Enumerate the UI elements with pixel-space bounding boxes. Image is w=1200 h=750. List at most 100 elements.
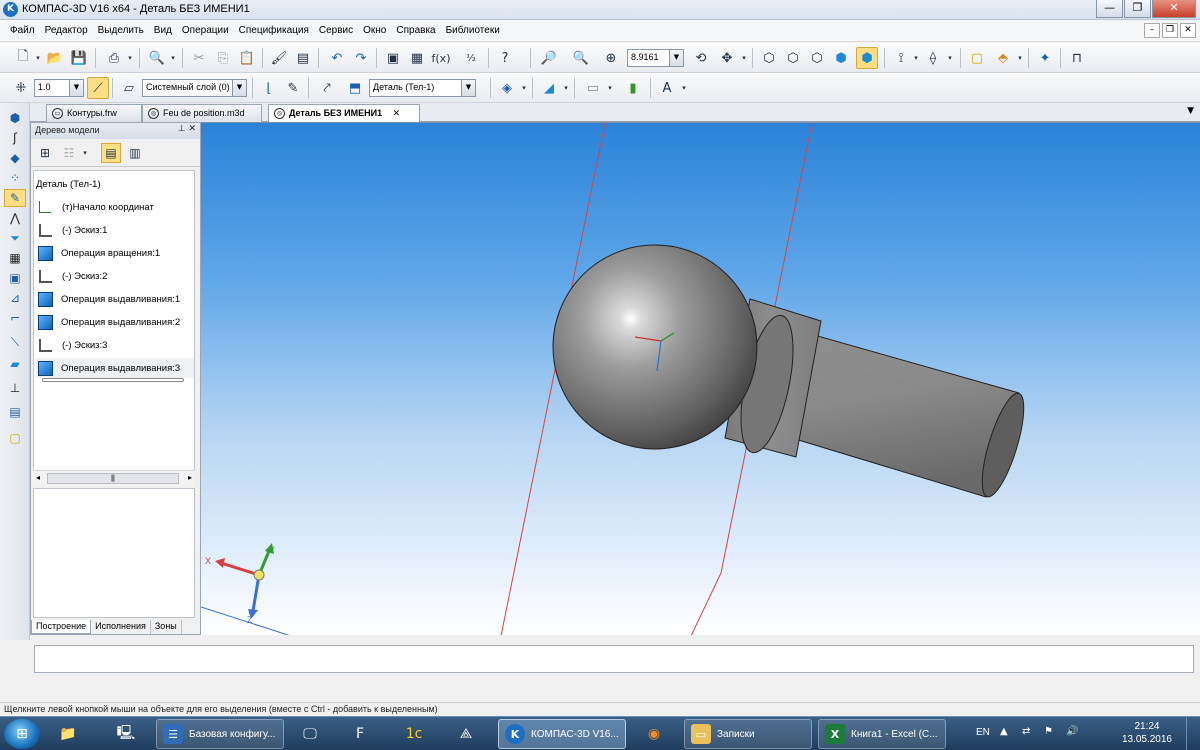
menu-specification[interactable]: Спецификация bbox=[239, 23, 309, 38]
tab-zones[interactable]: Зоны bbox=[151, 620, 182, 634]
tab-construction[interactable]: Построение bbox=[31, 620, 92, 634]
annotation-dropdown-icon[interactable]: ▾ bbox=[680, 81, 688, 95]
extrude-dropdown-icon[interactable]: ▾ bbox=[562, 81, 570, 95]
edit-part-icon[interactable]: ⬢ bbox=[4, 109, 26, 127]
screen-pin-icon[interactable]: 🖵 bbox=[290, 719, 330, 749]
tree-node-part[interactable]: Деталь (Тел-1) bbox=[36, 174, 194, 194]
annotation-icon[interactable]: A bbox=[656, 77, 678, 99]
show-desktop-button[interactable] bbox=[1186, 717, 1200, 750]
hidden-lines-icon[interactable]: ⬡ bbox=[782, 47, 804, 69]
network-icon[interactable]: ⇄ bbox=[1022, 726, 1030, 737]
surface-icon[interactable]: ◆ bbox=[4, 149, 26, 167]
tree-structure-icon[interactable]: ⊞ bbox=[35, 143, 55, 163]
tree-node-sketch-1[interactable]: (-) Эскиз:1 bbox=[36, 220, 194, 240]
tab-versions[interactable]: Исполнения bbox=[91, 620, 151, 634]
dimension-icon[interactable]: ▮ bbox=[622, 77, 644, 99]
measure-icon[interactable]: ⅟₂ bbox=[460, 47, 482, 69]
section-dropdown-icon[interactable]: ▾ bbox=[946, 51, 954, 65]
open-folder-icon[interactable]: 📂 bbox=[44, 47, 66, 69]
extrude-tool-icon[interactable]: ◢ bbox=[538, 77, 560, 99]
doc-minimize-icon[interactable]: – bbox=[1144, 23, 1160, 38]
clock[interactable]: 21:24 13.05.2016 bbox=[1122, 720, 1172, 746]
rotate-icon[interactable]: ⟲ bbox=[690, 47, 712, 69]
tree-horizontal-scrollbar[interactable]: ◂ ⫼ ▸ bbox=[33, 470, 195, 485]
selection-panel-icon[interactable]: ▢ bbox=[4, 429, 26, 447]
model-viewport[interactable]: X Y Z bbox=[201, 122, 1200, 635]
menu-libraries[interactable]: Библиотеки bbox=[446, 23, 500, 38]
taskbar-excel[interactable]: X Книга1 - Excel (С... bbox=[818, 719, 946, 749]
spatial-curve-icon[interactable]: ⋀ bbox=[4, 209, 26, 227]
materials-icon[interactable]: ✦ bbox=[1034, 47, 1056, 69]
shaded-icon[interactable]: ⬢ bbox=[830, 47, 852, 69]
selection-dropdown-icon[interactable]: ▾ bbox=[1016, 51, 1024, 65]
tree-filter-dropdown-icon[interactable]: ▾ bbox=[81, 146, 89, 160]
step-icon[interactable]: ⁜ bbox=[10, 77, 32, 99]
perspective-icon[interactable]: ⟟ bbox=[890, 47, 912, 69]
tree-node-origin[interactable]: (т)Начало координат bbox=[36, 197, 194, 217]
step-combo[interactable]: 1.0 ▼ bbox=[34, 79, 84, 97]
tabs-menu-icon[interactable]: ▼ bbox=[1187, 106, 1194, 116]
undo-icon[interactable]: ↶ bbox=[326, 47, 348, 69]
shaded-edges-icon[interactable]: ⬢ bbox=[856, 47, 878, 69]
measure-panel-icon[interactable]: ⊿ bbox=[4, 289, 26, 307]
menu-operations[interactable]: Операции bbox=[182, 23, 229, 38]
hidden-lines-thin-icon[interactable]: ⬡ bbox=[806, 47, 828, 69]
doc-close-icon[interactable]: ✕ bbox=[1180, 23, 1196, 38]
tree-node-sketch-3[interactable]: (-) Эскиз:3 bbox=[36, 335, 194, 355]
menu-file[interactable]: Файл bbox=[10, 23, 35, 38]
tab-detail-noname[interactable]: ◎ Деталь БЕЗ ИМЕНИ1 ✕ bbox=[268, 104, 420, 123]
1c-pin-icon[interactable]: 1c bbox=[394, 719, 434, 749]
menu-window[interactable]: Окно bbox=[363, 23, 386, 38]
print-icon[interactable]: ⎙ bbox=[103, 47, 125, 69]
orientation-icon[interactable]: ⤤ bbox=[316, 77, 338, 99]
fine-reader-pin-icon[interactable]: F bbox=[340, 719, 380, 749]
tree-node-extrude-2[interactable]: Операция выдавливания:2 bbox=[36, 312, 194, 332]
help-pointer-icon[interactable]: ? bbox=[494, 47, 516, 69]
redo-icon[interactable]: ↷ bbox=[350, 47, 372, 69]
pan-dropdown-icon[interactable]: ▾ bbox=[740, 51, 748, 65]
save-icon[interactable]: 💾 bbox=[68, 47, 90, 69]
sketch-mode-icon[interactable]: ⌊ bbox=[258, 77, 280, 99]
auxiliary-geometry-icon[interactable]: ✎ bbox=[4, 189, 26, 207]
report-icon[interactable]: ▦ bbox=[4, 249, 26, 267]
cut-icon[interactable]: ✂ bbox=[188, 47, 210, 69]
taskbar-1c-config[interactable]: ☰ Базовая конфигу... bbox=[156, 719, 284, 749]
perspective-dropdown-icon[interactable]: ▾ bbox=[912, 51, 920, 65]
vector-pin-icon[interactable]: ⟁ bbox=[446, 719, 486, 749]
firefox-pin-icon[interactable]: ◉ bbox=[634, 719, 674, 749]
tree-node-sketch-2[interactable]: (-) Эскиз:2 bbox=[36, 266, 194, 286]
snap-icon[interactable]: ⟋ bbox=[87, 77, 109, 99]
selection-icon[interactable]: ⬘ bbox=[992, 47, 1014, 69]
menu-service[interactable]: Сервис bbox=[319, 23, 353, 38]
color-icon[interactable]: ◈ bbox=[496, 77, 518, 99]
tree-detail-icon[interactable]: ▥ bbox=[125, 143, 145, 163]
chevron-down-icon[interactable]: ▼ bbox=[232, 80, 246, 96]
frame-icon[interactable]: ⊓ bbox=[1066, 47, 1088, 69]
variables-icon[interactable]: f(x) bbox=[430, 47, 452, 69]
tree-filter-icon[interactable]: ☷ bbox=[59, 143, 79, 163]
section-icon[interactable]: ⟠ bbox=[922, 47, 944, 69]
explorer-pin-icon[interactable]: 📁 bbox=[48, 719, 88, 749]
flag-icon[interactable]: ⚑ bbox=[1044, 726, 1053, 737]
maximize-button[interactable]: ❐ bbox=[1124, 0, 1151, 18]
print-dropdown-icon[interactable]: ▾ bbox=[126, 51, 134, 65]
sheet-metal-icon[interactable]: ⌐ bbox=[4, 309, 26, 327]
plane-icon[interactable]: ▰ bbox=[4, 355, 26, 373]
tree-node-extrude-3[interactable]: Операция выдавливания:3 bbox=[36, 358, 194, 378]
format-brush-icon[interactable]: 🖌 bbox=[268, 47, 290, 69]
hatch-icon[interactable]: ▭ bbox=[582, 77, 604, 99]
filter-icon[interactable]: ▢ bbox=[966, 47, 988, 69]
pan-icon[interactable]: ✥ bbox=[716, 47, 738, 69]
library-icon[interactable]: ▦ bbox=[406, 47, 428, 69]
layer-combo[interactable]: Системный слой (0) ▼ bbox=[142, 79, 247, 97]
chevron-down-icon[interactable]: ▼ bbox=[669, 50, 683, 66]
zoom-fit-icon[interactable]: 🔍 bbox=[570, 47, 592, 69]
filter-panel-icon[interactable]: ⏷ bbox=[4, 229, 26, 247]
properties-icon[interactable]: ▤ bbox=[292, 47, 314, 69]
taskbar-kompas[interactable]: K КОМПАС-3D V16... bbox=[498, 719, 626, 749]
line-panel-icon[interactable]: ⟍ bbox=[4, 333, 26, 351]
close-panel-icon[interactable]: ✕ bbox=[188, 124, 196, 134]
wireframe-icon[interactable]: ⬡ bbox=[758, 47, 780, 69]
copy-icon[interactable]: ⎘ bbox=[212, 47, 234, 69]
tree-node-revolve-1[interactable]: Операция вращения:1 bbox=[36, 243, 194, 263]
